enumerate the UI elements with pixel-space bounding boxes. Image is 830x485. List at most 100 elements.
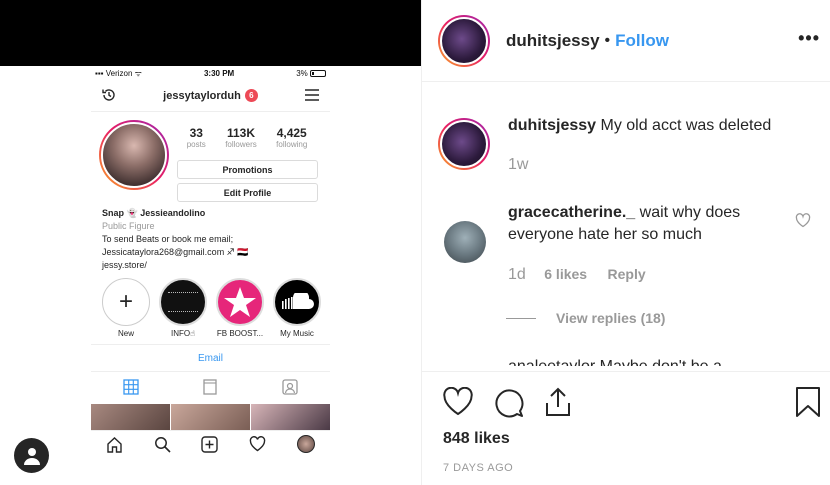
- stat-value: 33: [189, 126, 203, 140]
- comment-bubble-icon[interactable]: [493, 387, 525, 424]
- new-post-icon[interactable]: [201, 435, 219, 455]
- stat-label: followers: [225, 140, 257, 149]
- comment-likes[interactable]: 6 likes: [544, 266, 587, 282]
- view-replies-text: View replies (18): [556, 310, 666, 326]
- next-comment-text: analeetaylor Maybe don't be a: [508, 358, 722, 366]
- activity-heart-icon[interactable]: [249, 436, 266, 454]
- post-actions: 848 likes 7 DAYS AGO: [422, 371, 830, 485]
- comment-meta: 1d 6 likes Reply: [508, 263, 646, 286]
- bookmark-icon[interactable]: [794, 386, 822, 423]
- next-comment-partial: analeetaylor Maybe don't be a: [508, 356, 722, 366]
- profile-header: jessytaylorduh 6: [91, 80, 330, 112]
- grid-view-icon[interactable]: [123, 379, 139, 397]
- caption-time-text: 1w: [508, 156, 529, 173]
- bio-line-1: To send Beats or book me email;: [102, 234, 234, 244]
- menu-icon[interactable]: [304, 88, 320, 104]
- comment-text-line-2: everyone hate her so much: [508, 226, 702, 243]
- comment-author[interactable]: gracecatherine._: [508, 204, 635, 221]
- highlight-label: INFO☝: [171, 329, 195, 338]
- likes-count[interactable]: 848 likes: [443, 430, 510, 448]
- stat-value: 4,425: [276, 126, 307, 140]
- author-avatar[interactable]: [438, 14, 490, 67]
- more-options-icon[interactable]: •••: [798, 28, 820, 49]
- replies-divider: [506, 318, 536, 319]
- comments-section: duhitsjessy My old acct was deleted 1w g…: [422, 83, 830, 366]
- share-icon[interactable]: [542, 386, 574, 423]
- edit-profile-button[interactable]: Edit Profile: [177, 183, 318, 202]
- stat-followers[interactable]: 113K followers: [225, 126, 257, 149]
- comment-time: 1d: [508, 266, 526, 283]
- highlight-fb-boost[interactable]: FB BOOST...: [215, 278, 265, 338]
- profile-avatar[interactable]: [99, 120, 169, 190]
- profile-stats: 33 posts 113K followers 4,425 following: [177, 126, 317, 149]
- stat-following[interactable]: 4,425 following: [276, 126, 307, 149]
- caption-author-avatar[interactable]: [438, 118, 490, 170]
- stat-label: following: [276, 140, 308, 149]
- bio-snap: Snap 👻 Jessieandolino: [102, 208, 206, 218]
- profile-bio: Snap 👻 Jessieandolino Public Figure To s…: [91, 207, 330, 272]
- post-date: 7 DAYS AGO: [443, 462, 514, 474]
- highlight-label: FB BOOST...: [216, 329, 264, 338]
- email-button[interactable]: Email: [91, 344, 330, 372]
- caption: duhitsjessy My old acct was deleted: [508, 115, 771, 137]
- bio-line-2: Jessicataylora268@gmail.com ♐ 🇾🇪: [102, 247, 249, 257]
- caption-text: My old acct was deleted: [600, 117, 772, 134]
- post-thumbnail[interactable]: [251, 404, 330, 430]
- tagged-icon[interactable]: [282, 379, 298, 397]
- bio-category: Public Figure: [102, 221, 155, 231]
- status-bar: ▪▪▪ Verizon ᯤ 3:30 PM 3%: [91, 66, 330, 80]
- carrier-label: Verizon: [105, 68, 133, 78]
- highlight-info[interactable]: INFO☝: [158, 278, 208, 338]
- follow-button[interactable]: Follow: [615, 31, 669, 51]
- highlight-new[interactable]: + New: [101, 278, 151, 338]
- highlight-label: New: [117, 329, 134, 338]
- history-icon[interactable]: [101, 87, 117, 105]
- star-icon: [216, 278, 264, 326]
- clock: 3:30 PM: [203, 68, 235, 78]
- comment-text-line-1: wait why does: [639, 204, 741, 221]
- like-heart-icon[interactable]: [442, 386, 474, 422]
- profile-tab-avatar[interactable]: [296, 435, 315, 455]
- post-header: duhitsjessy • Follow •••: [422, 0, 830, 82]
- profile-username: jessytaylorduh 6: [163, 89, 258, 102]
- highlight-my-music[interactable]: My Music: [272, 278, 322, 338]
- search-icon[interactable]: [154, 436, 171, 455]
- profile-screenshot-panel: ▪▪▪ Verizon ᯤ 3:30 PM 3% jessytaylorduh …: [0, 0, 421, 485]
- view-replies-button[interactable]: View replies (18): [556, 307, 665, 330]
- post-thumbnail[interactable]: [171, 404, 250, 430]
- separator-dot: •: [604, 31, 611, 49]
- promotions-button[interactable]: Promotions: [177, 160, 318, 179]
- stat-posts[interactable]: 33 posts: [187, 126, 206, 149]
- highlight-label: My Music: [280, 329, 314, 338]
- story-highlights: + New INFO☝ FB BOOST... My Music: [91, 272, 330, 338]
- battery-icon: [309, 69, 326, 77]
- battery-status: 3%: [296, 69, 326, 78]
- soundcloud-icon: [273, 278, 321, 326]
- stat-value: 113K: [226, 126, 255, 140]
- top-black-bar: [0, 0, 421, 66]
- feed-view-icon[interactable]: [203, 379, 218, 397]
- comment: gracecatherine._ wait why does everyone …: [508, 202, 798, 246]
- user-icon: [23, 447, 40, 465]
- stat-label: posts: [186, 140, 206, 149]
- highlight-info-thumb: [159, 278, 207, 326]
- carrier: ▪▪▪ Verizon ᯤ: [95, 68, 142, 78]
- bottom-navigation: [91, 430, 330, 459]
- profile-summary: 33 posts 113K followers 4,425 following Pro…: [91, 112, 330, 207]
- comment-like-heart-icon[interactable]: [795, 213, 811, 233]
- bio-link[interactable]: jessy.store/: [102, 259, 319, 272]
- post-detail-panel: duhitsjessy • Follow ••• duhitsjessy My …: [421, 0, 830, 485]
- commenter-avatar[interactable]: [444, 221, 486, 263]
- author-username[interactable]: duhitsjessy: [506, 31, 600, 51]
- battery-percent: 3%: [296, 68, 308, 78]
- caption-time: 1w: [508, 154, 528, 176]
- username-text: jessytaylorduh: [163, 89, 241, 102]
- account-avatar-button[interactable]: [14, 438, 49, 473]
- plus-icon: +: [102, 278, 150, 326]
- notification-badge: 6: [244, 89, 258, 102]
- home-icon[interactable]: [106, 436, 123, 455]
- caption-author[interactable]: duhitsjessy: [508, 117, 596, 134]
- profile-tabs: [91, 372, 330, 404]
- reply-button[interactable]: Reply: [608, 266, 646, 282]
- post-thumbnail[interactable]: [91, 404, 170, 430]
